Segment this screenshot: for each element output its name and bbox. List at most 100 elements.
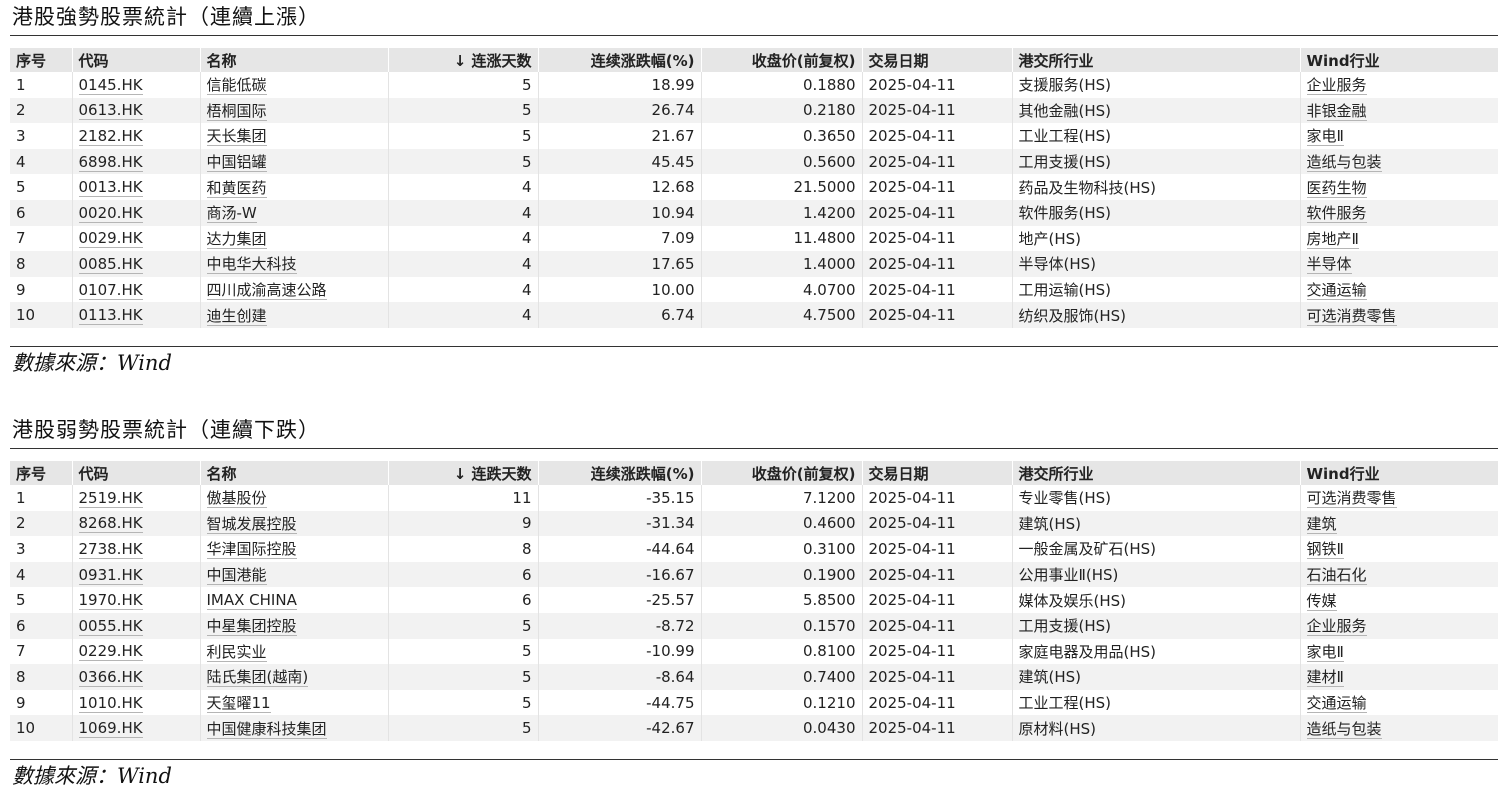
- weak-link-wind-industry[interactable]: 交通运输: [1306, 694, 1367, 714]
- strong-cell-code[interactable]: 0020.HK: [71, 199, 200, 226]
- strong-link-code[interactable]: 0107.HK: [78, 280, 143, 300]
- weak-link-code[interactable]: 1069.HK: [78, 719, 143, 739]
- weak-link-wind-industry[interactable]: 钢铁Ⅱ: [1306, 540, 1344, 560]
- strong-cell-code[interactable]: 0029.HK: [71, 225, 200, 252]
- strong-cell-code[interactable]: 0107.HK: [71, 276, 200, 303]
- weak-link-code[interactable]: 1010.HK: [78, 693, 143, 713]
- weak-cell-code[interactable]: 0229.HK: [71, 638, 200, 665]
- strong-link-name[interactable]: 信能低碳: [206, 76, 267, 96]
- strong-cell-name[interactable]: 四川成渝高速公路: [199, 276, 388, 303]
- weak-cell-name[interactable]: 中国港能: [199, 561, 388, 588]
- weak-link-code[interactable]: 0055.HK: [78, 616, 143, 636]
- strong-cell-name[interactable]: 达力集团: [199, 225, 388, 252]
- weak-cell-wind-industry[interactable]: 家电Ⅱ: [1299, 638, 1498, 665]
- strong-cell-code[interactable]: 0613.HK: [71, 97, 200, 124]
- weak-link-name[interactable]: IMAX CHINA: [206, 591, 297, 611]
- strong-link-name[interactable]: 达力集团: [206, 229, 267, 249]
- weak-cell-name[interactable]: IMAX CHINA: [199, 587, 388, 613]
- strong-link-code[interactable]: 0029.HK: [78, 229, 143, 249]
- weak-link-name[interactable]: 傲基股份: [206, 489, 267, 509]
- weak-cell-code[interactable]: 0931.HK: [71, 561, 200, 588]
- strong-cell-wind-industry[interactable]: 可选消费零售: [1299, 302, 1498, 328]
- strong-header-wind-industry[interactable]: Wind行业: [1299, 48, 1498, 72]
- strong-link-code[interactable]: 0113.HK: [78, 306, 143, 326]
- weak-cell-wind-industry[interactable]: 建筑: [1299, 510, 1498, 537]
- strong-header-name[interactable]: 名称: [199, 48, 388, 72]
- weak-cell-wind-industry[interactable]: 企业服务: [1299, 612, 1498, 639]
- weak-header-close-price[interactable]: 收盘价(前复权): [700, 461, 862, 485]
- weak-link-name[interactable]: 华津国际控股: [206, 540, 297, 560]
- weak-header-trade-date[interactable]: 交易日期: [861, 461, 1012, 485]
- weak-cell-code[interactable]: 1010.HK: [71, 689, 200, 716]
- weak-link-code[interactable]: 0931.HK: [78, 565, 143, 585]
- strong-link-code[interactable]: 2182.HK: [78, 126, 143, 146]
- weak-cell-code[interactable]: 0366.HK: [71, 664, 200, 690]
- weak-link-name[interactable]: 中星集团控股: [206, 617, 297, 637]
- strong-link-wind-industry[interactable]: 软件服务: [1306, 204, 1367, 224]
- strong-link-name[interactable]: 商汤-W: [206, 204, 257, 224]
- strong-link-name[interactable]: 迪生创建: [206, 306, 267, 326]
- strong-cell-code[interactable]: 2182.HK: [71, 123, 200, 149]
- weak-cell-code[interactable]: 1069.HK: [71, 715, 200, 741]
- strong-cell-name[interactable]: 中电华大科技: [199, 251, 388, 277]
- strong-link-code[interactable]: 0085.HK: [78, 254, 143, 274]
- strong-link-name[interactable]: 中电华大科技: [206, 255, 297, 275]
- weak-header-wind-industry[interactable]: Wind行业: [1299, 461, 1498, 485]
- weak-link-code[interactable]: 1970.HK: [78, 591, 143, 611]
- strong-link-code[interactable]: 6898.HK: [78, 152, 143, 172]
- weak-header-name[interactable]: 名称: [199, 461, 388, 485]
- weak-link-name[interactable]: 陆氏集团(越南): [206, 668, 309, 688]
- strong-cell-wind-industry[interactable]: 软件服务: [1299, 199, 1498, 226]
- strong-link-wind-industry[interactable]: 房地产Ⅱ: [1306, 229, 1359, 249]
- weak-header-streak-days[interactable]: ↓ 连跌天数: [387, 461, 538, 485]
- strong-cell-code[interactable]: 0113.HK: [71, 302, 200, 328]
- weak-link-wind-industry[interactable]: 企业服务: [1306, 617, 1367, 637]
- weak-link-wind-industry[interactable]: 可选消费零售: [1306, 489, 1397, 509]
- strong-header-trade-date[interactable]: 交易日期: [861, 48, 1012, 72]
- strong-link-code[interactable]: 0145.HK: [78, 75, 143, 95]
- strong-cell-code[interactable]: 0145.HK: [71, 72, 200, 98]
- strong-link-code[interactable]: 0613.HK: [78, 101, 143, 121]
- weak-link-code[interactable]: 2519.HK: [78, 488, 143, 508]
- weak-cell-name[interactable]: 华津国际控股: [199, 536, 388, 562]
- weak-cell-name[interactable]: 傲基股份: [199, 485, 388, 511]
- strong-header-code[interactable]: 代码: [71, 48, 200, 72]
- weak-link-code[interactable]: 0366.HK: [78, 667, 143, 687]
- strong-cell-code[interactable]: 0085.HK: [71, 251, 200, 277]
- strong-header-streak-days[interactable]: ↓ 连涨天数: [387, 48, 538, 72]
- strong-cell-wind-industry[interactable]: 非银金融: [1299, 97, 1498, 124]
- weak-cell-wind-industry[interactable]: 可选消费零售: [1299, 485, 1498, 511]
- strong-link-wind-industry[interactable]: 交通运输: [1306, 281, 1367, 301]
- strong-link-name[interactable]: 和黄医药: [206, 178, 267, 198]
- weak-cell-wind-industry[interactable]: 钢铁Ⅱ: [1299, 536, 1498, 562]
- weak-link-name[interactable]: 中国健康科技集团: [206, 719, 327, 739]
- weak-link-name[interactable]: 中国港能: [206, 566, 267, 586]
- strong-header-cumulative-change[interactable]: 连续涨跌幅(%): [537, 48, 701, 72]
- weak-cell-name[interactable]: 智城发展控股: [199, 510, 388, 537]
- weak-cell-name[interactable]: 天玺曜11: [199, 689, 388, 716]
- weak-header-cumulative-change[interactable]: 连续涨跌幅(%): [537, 461, 701, 485]
- strong-cell-wind-industry[interactable]: 造纸与包装: [1299, 148, 1498, 175]
- strong-link-wind-industry[interactable]: 医药生物: [1306, 178, 1367, 198]
- strong-cell-wind-industry[interactable]: 企业服务: [1299, 72, 1498, 98]
- weak-header-hkex-industry[interactable]: 港交所行业: [1011, 461, 1300, 485]
- weak-link-wind-industry[interactable]: 造纸与包装: [1306, 719, 1382, 739]
- weak-link-name[interactable]: 利民实业: [206, 642, 267, 662]
- weak-cell-code[interactable]: 0055.HK: [71, 612, 200, 639]
- weak-cell-name[interactable]: 利民实业: [199, 638, 388, 665]
- strong-link-wind-industry[interactable]: 造纸与包装: [1306, 153, 1382, 173]
- strong-header-index[interactable]: 序号: [10, 48, 72, 72]
- strong-cell-code[interactable]: 0013.HK: [71, 174, 200, 200]
- strong-link-name[interactable]: 梧桐国际: [206, 101, 267, 121]
- weak-cell-wind-industry[interactable]: 传媒: [1299, 587, 1498, 613]
- strong-header-close-price[interactable]: 收盘价(前复权): [700, 48, 862, 72]
- strong-link-wind-industry[interactable]: 非银金融: [1306, 101, 1367, 121]
- weak-link-code[interactable]: 2738.HK: [78, 539, 143, 559]
- weak-link-name[interactable]: 智城发展控股: [206, 514, 297, 534]
- weak-link-code[interactable]: 8268.HK: [78, 514, 143, 534]
- strong-cell-wind-industry[interactable]: 医药生物: [1299, 174, 1498, 200]
- strong-header-hkex-industry[interactable]: 港交所行业: [1011, 48, 1300, 72]
- weak-cell-code[interactable]: 2519.HK: [71, 485, 200, 511]
- strong-cell-name[interactable]: 商汤-W: [199, 199, 388, 226]
- weak-cell-wind-industry[interactable]: 交通运输: [1299, 689, 1498, 716]
